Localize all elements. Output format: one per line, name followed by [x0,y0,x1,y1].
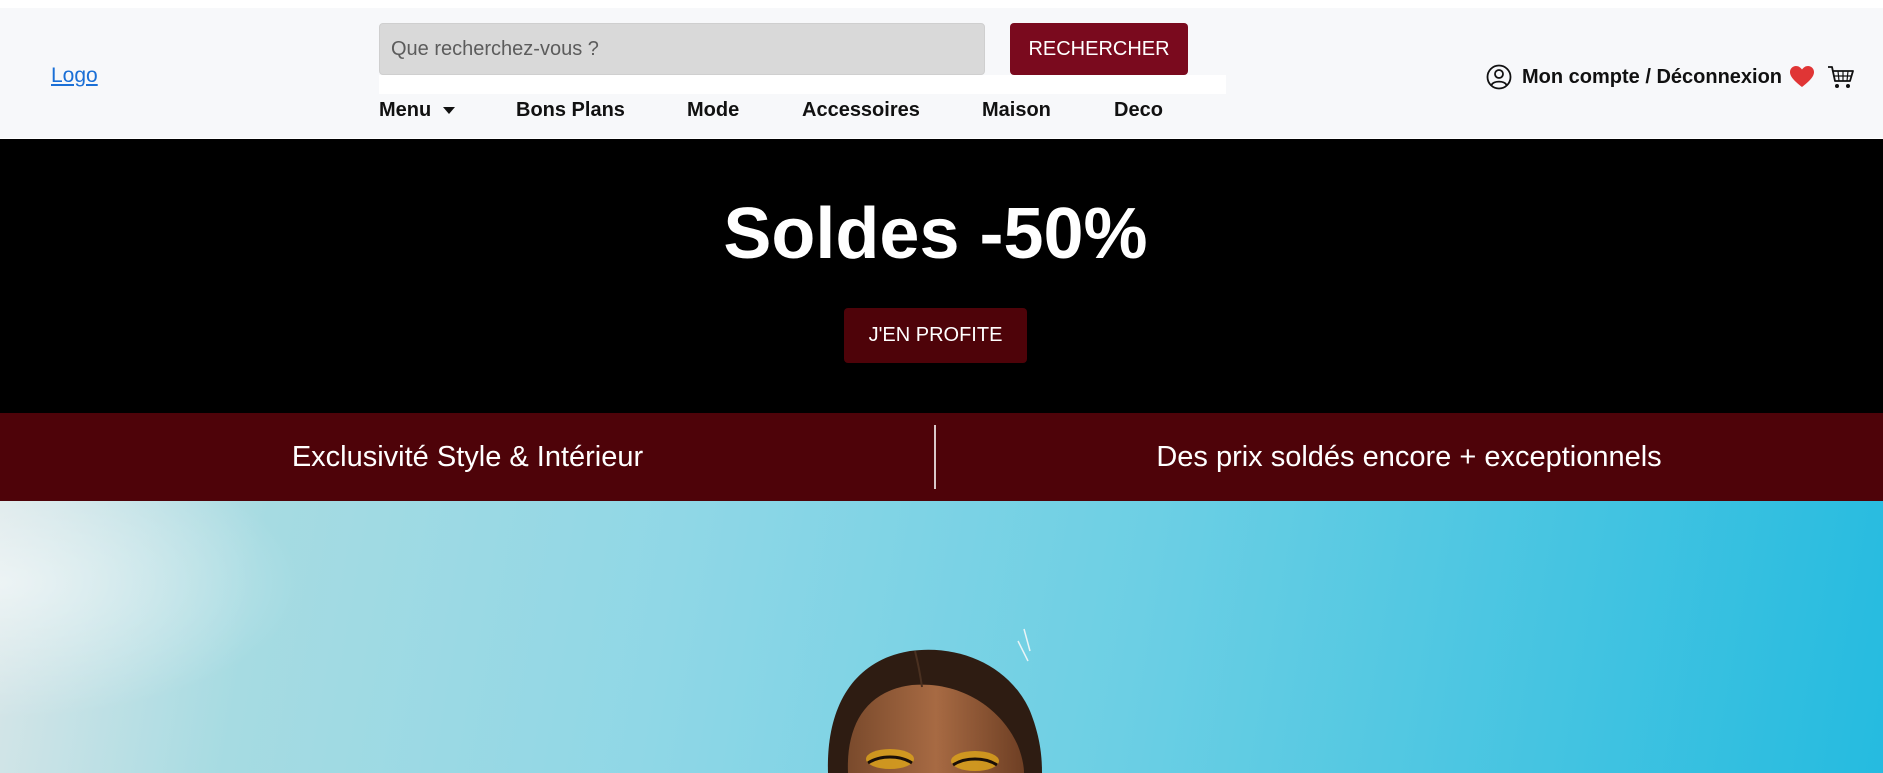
hero-banner: Soldes -50% J'EN PROFITE [0,139,1883,413]
chevron-down-icon [443,106,456,114]
nav-item-menu-label: Menu [379,98,432,121]
promo-band: Exclusivité Style & Intérieur Des prix s… [0,413,1883,501]
account-link[interactable]: Mon compte / Déconnexion [1522,66,1782,89]
promo-text-right: Des prix soldés encore + exceptionnels [1156,440,1662,473]
model-photo-illustration [0,501,1042,773]
hero-photo [0,501,1883,773]
nav-item-deco[interactable]: Deco [1114,99,1163,122]
promo-text-left: Exclusivité Style & Intérieur [291,440,644,473]
nav-background-strip [379,75,1226,94]
search-input[interactable] [379,23,985,75]
nav-item-accessoires[interactable]: Accessoires [802,99,982,122]
page: Logo RECHERCHER Menu Bons Plans Mode Acc… [0,0,1883,773]
heart-icon[interactable] [1789,65,1815,89]
search-button[interactable]: RECHERCHER [1010,23,1188,75]
site-header: Logo RECHERCHER Menu Bons Plans Mode Acc… [0,8,1883,138]
nav-item-maison[interactable]: Maison [982,99,1114,122]
nav-item-bons-plans[interactable]: Bons Plans [516,99,687,122]
cart-icon[interactable] [1827,64,1855,90]
hero-title: Soldes -50% [723,194,1148,274]
main-nav: Menu Bons Plans Mode Accessoires Maison … [379,95,1163,125]
user-icon[interactable] [1486,64,1512,90]
logo-link[interactable]: Logo [51,64,98,88]
account-area: Mon compte / Déconnexion [1486,60,1855,94]
nav-item-menu[interactable]: Menu [379,99,516,122]
nav-item-mode[interactable]: Mode [687,99,802,122]
cta-button[interactable]: J'EN PROFITE [844,308,1027,363]
